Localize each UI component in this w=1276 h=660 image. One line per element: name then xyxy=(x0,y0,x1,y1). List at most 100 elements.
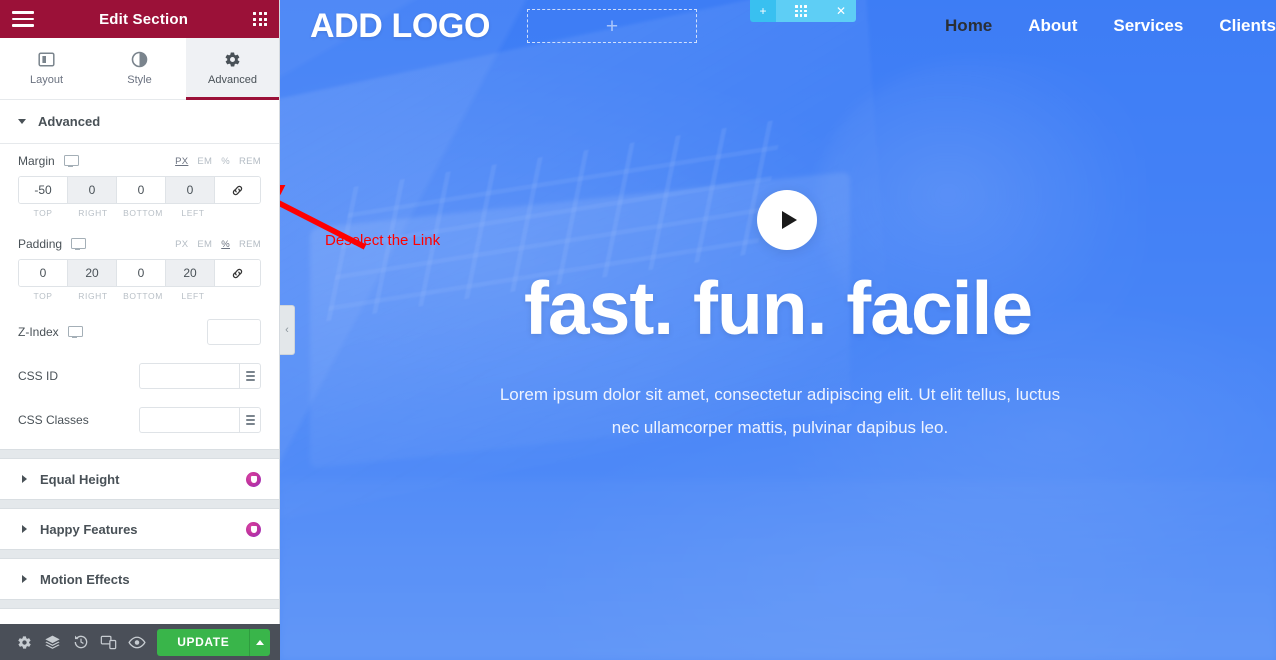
css-classes-input[interactable] xyxy=(139,407,239,433)
delete-section-button[interactable]: ✕ xyxy=(826,0,856,22)
margin-right-input[interactable] xyxy=(68,177,117,203)
css-classes-control: CSS Classes xyxy=(18,407,261,433)
link-chain-icon xyxy=(232,185,243,195)
gear-settings-icon[interactable] xyxy=(10,624,38,660)
stack-glyph xyxy=(245,415,255,425)
responsive-mode-icon[interactable] xyxy=(95,624,123,660)
margin-unit-em[interactable]: EM xyxy=(197,156,212,167)
padding-left-input[interactable] xyxy=(166,260,215,286)
layers-navigator-icon[interactable] xyxy=(38,624,66,660)
margin-link-values-button[interactable] xyxy=(215,177,260,203)
nav-item-about[interactable]: About xyxy=(1028,16,1077,36)
padding-unit-em[interactable]: EM xyxy=(197,239,212,250)
tab-layout[interactable]: Layout xyxy=(0,38,93,99)
play-triangle-icon xyxy=(781,211,797,229)
padding-bottom-input[interactable] xyxy=(117,260,166,286)
tab-layout-label: Layout xyxy=(29,74,64,86)
panel-collapse-handle[interactable]: ‹ xyxy=(280,305,295,355)
accordion-equal-height-label: Equal Height xyxy=(40,471,120,487)
advanced-section-title: Advanced xyxy=(38,114,101,129)
css-id-input[interactable] xyxy=(139,363,239,389)
zindex-control: Z-Index xyxy=(18,319,261,345)
panel-title: Edit Section xyxy=(99,10,189,28)
padding-bottom-label: BOTTOM xyxy=(123,291,163,301)
section-drag-handle[interactable] xyxy=(776,0,826,22)
video-play-button[interactable] xyxy=(757,190,817,250)
accordion-motion-effects-label: Motion Effects xyxy=(40,571,130,587)
margin-label: Margin xyxy=(18,154,55,168)
css-id-control: CSS ID xyxy=(18,363,261,389)
accordion-motion-effects[interactable]: Motion Effects xyxy=(0,559,279,599)
panel-footer-toolbar: UPDATE xyxy=(0,624,280,660)
zindex-input[interactable] xyxy=(207,319,261,345)
eye-preview-icon[interactable] xyxy=(123,624,151,660)
panel-divider xyxy=(0,449,279,459)
padding-right-input[interactable] xyxy=(68,260,117,286)
chevron-right-icon xyxy=(22,575,27,583)
padding-unit-px[interactable]: PX xyxy=(175,239,188,250)
accordion-equal-height-left: Equal Height xyxy=(22,472,119,487)
dynamic-tags-icon[interactable] xyxy=(239,407,261,433)
accordion-equal-height[interactable]: Equal Height xyxy=(0,459,279,499)
update-button[interactable]: UPDATE xyxy=(157,628,250,656)
css-id-field-group xyxy=(139,363,261,389)
main-navigation: Home About Services Clients xyxy=(945,0,1276,52)
chevron-right-icon xyxy=(22,475,27,483)
css-id-label: CSS ID xyxy=(18,369,59,383)
elementor-editor-panel: Edit Section Layout Style Advanced Advan… xyxy=(0,0,280,660)
happy-addons-logo-icon xyxy=(246,471,261,487)
margin-inputs xyxy=(18,176,261,204)
css-classes-field-group xyxy=(139,407,261,433)
empty-widget-dropzone[interactable]: + xyxy=(527,9,698,43)
stack-glyph xyxy=(245,371,255,381)
margin-bottom-input[interactable] xyxy=(117,177,166,203)
link-chain-icon xyxy=(232,268,243,278)
columns-layout-icon xyxy=(38,52,55,67)
padding-top-label: TOP xyxy=(33,291,53,301)
apps-grid-icon[interactable] xyxy=(253,12,267,26)
half-circle-contrast-icon xyxy=(131,51,148,68)
margin-label-group: Margin xyxy=(18,154,79,168)
desktop-monitor-icon[interactable] xyxy=(67,326,83,338)
advanced-section-header[interactable]: Advanced xyxy=(0,100,279,144)
nav-item-home[interactable]: Home xyxy=(945,16,992,36)
margin-unit-percent[interactable]: % xyxy=(221,156,230,167)
accordion-happy-features[interactable]: Happy Features xyxy=(0,509,279,549)
chevron-right-icon xyxy=(22,525,27,533)
margin-right-label: RIGHT xyxy=(78,208,108,218)
padding-inputs xyxy=(18,259,261,287)
history-revisions-icon[interactable] xyxy=(67,624,95,660)
margin-left-input[interactable] xyxy=(166,177,215,203)
padding-link-values-button[interactable] xyxy=(215,260,260,286)
margin-top-label: TOP xyxy=(33,208,53,218)
dynamic-tags-icon[interactable] xyxy=(239,363,261,389)
hero-heading[interactable]: fast. fun. facile xyxy=(280,265,1276,351)
update-options-button[interactable] xyxy=(249,628,270,656)
panel-divider xyxy=(0,499,279,509)
padding-label: Padding xyxy=(18,237,63,251)
padding-top-input[interactable] xyxy=(19,260,68,286)
nav-item-clients[interactable]: Clients xyxy=(1219,16,1276,36)
hamburger-menu-icon[interactable] xyxy=(12,11,34,27)
padding-label-group: Padding xyxy=(18,237,87,251)
padding-unit-rem[interactable]: REM xyxy=(239,239,261,250)
padding-left-label: LEFT xyxy=(181,291,205,301)
margin-unit-px[interactable]: PX xyxy=(175,156,188,167)
hero-subtitle[interactable]: Lorem ipsum dolor sit amet, consectetur … xyxy=(490,378,1070,444)
margin-unit-rem[interactable]: REM xyxy=(239,156,261,167)
chevron-left-icon: ‹ xyxy=(285,324,289,336)
desktop-monitor-icon[interactable] xyxy=(71,238,87,250)
nav-item-services[interactable]: Services xyxy=(1113,16,1183,36)
close-x-icon: ✕ xyxy=(835,4,847,18)
plus-icon: + xyxy=(605,14,619,38)
padding-unit-percent[interactable]: % xyxy=(221,239,230,250)
margin-top-input[interactable] xyxy=(19,177,68,203)
padding-right-label: RIGHT xyxy=(78,291,108,301)
tab-advanced[interactable]: Advanced xyxy=(186,38,279,100)
add-section-button[interactable]: + xyxy=(750,0,776,22)
desktop-monitor-icon[interactable] xyxy=(63,155,79,167)
site-logo-text[interactable]: ADD LOGO xyxy=(310,7,490,46)
tab-style[interactable]: Style xyxy=(93,38,186,99)
accordion-happy-features-left: Happy Features xyxy=(22,522,138,537)
plus-icon: + xyxy=(759,4,767,18)
